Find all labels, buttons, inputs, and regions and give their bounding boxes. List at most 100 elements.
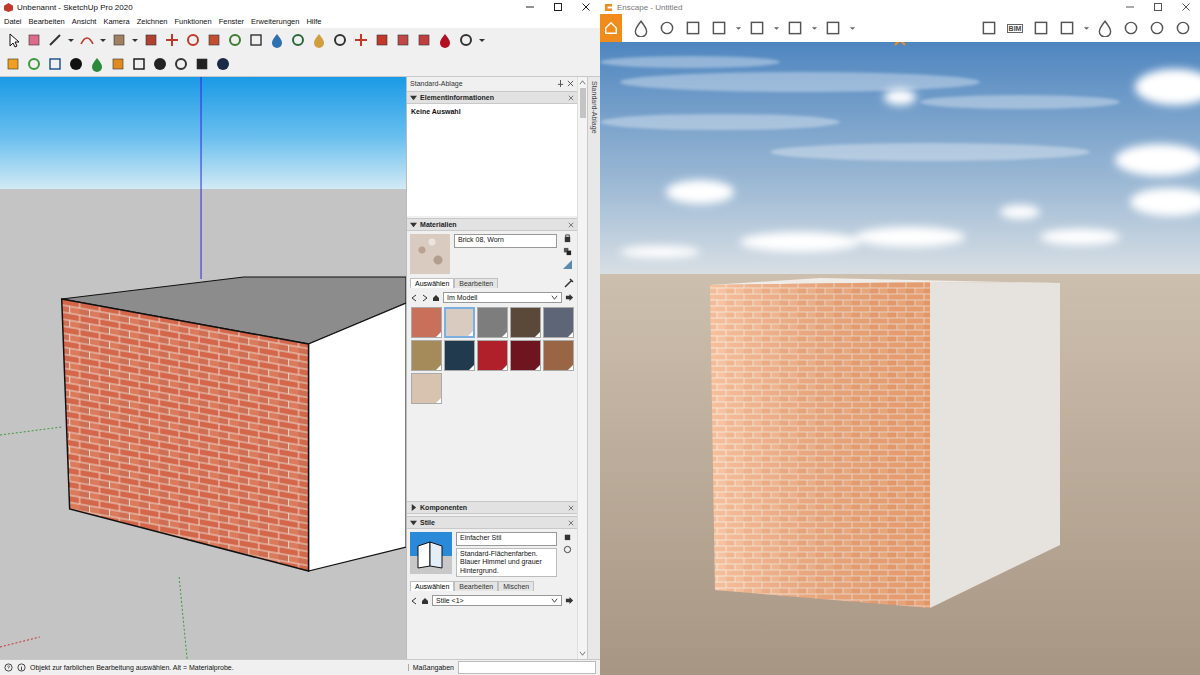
menu-item[interactable]: Funktionen <box>175 17 212 26</box>
home-icon[interactable] <box>600 14 622 42</box>
close-icon[interactable] <box>567 80 574 87</box>
tab[interactable]: Bearbeiten <box>454 278 498 288</box>
material-swatch[interactable] <box>543 340 574 371</box>
material-name-field[interactable]: Brick 08, Worn <box>454 234 557 248</box>
details-icon[interactable] <box>565 596 574 605</box>
material-swatch[interactable] <box>444 340 475 371</box>
viewport[interactable] <box>0 77 406 659</box>
cubes-icon[interactable] <box>563 247 572 256</box>
gear-icon[interactable] <box>1146 17 1168 39</box>
mail-icon[interactable] <box>193 55 211 73</box>
cloud-icon[interactable] <box>151 55 169 73</box>
warehouse-icon[interactable] <box>373 31 391 49</box>
eraser-icon[interactable] <box>25 31 43 49</box>
tab[interactable]: Auswählen <box>410 581 454 591</box>
dropdown-icon[interactable] <box>99 31 107 49</box>
pin-icon[interactable] <box>557 80 564 87</box>
collection-dropdown[interactable]: Im Modell <box>443 292 562 303</box>
dropdown-icon[interactable] <box>810 17 818 39</box>
material-swatch[interactable] <box>510 340 541 371</box>
minimize-icon[interactable] <box>1116 0 1144 14</box>
menu-item[interactable]: Zeichnen <box>137 17 168 26</box>
dropdown-icon[interactable] <box>478 31 486 49</box>
export-video-icon[interactable] <box>746 17 768 39</box>
extension-manager-icon[interactable] <box>415 31 433 49</box>
tray-side-tab[interactable]: Standard-Ablage <box>587 77 600 659</box>
dropdown-icon[interactable] <box>734 17 742 39</box>
default-material-icon[interactable] <box>563 260 572 269</box>
section-header[interactable]: Materialien <box>407 218 577 231</box>
scroll-down-icon[interactable] <box>579 650 586 657</box>
back-icon[interactable] <box>410 294 418 302</box>
measurements-field[interactable] <box>458 661 596 674</box>
material-swatch[interactable] <box>444 307 475 338</box>
help-icon[interactable] <box>1172 17 1194 39</box>
menu-item[interactable]: Kamera <box>103 17 129 26</box>
material-swatch[interactable] <box>477 340 508 371</box>
close-icon[interactable] <box>568 520 574 526</box>
render-view[interactable] <box>600 42 1200 675</box>
create-style-icon[interactable] <box>563 532 572 541</box>
style-name-field[interactable]: Einfacher Stil <box>456 532 557 546</box>
expand-icon[interactable] <box>410 94 417 101</box>
details-icon[interactable] <box>565 293 574 302</box>
move-icon[interactable] <box>163 31 181 49</box>
help-icon[interactable] <box>4 663 13 672</box>
expand-icon[interactable] <box>410 221 417 228</box>
section-header[interactable]: Stile <box>407 516 577 529</box>
expand-icon[interactable] <box>410 504 417 511</box>
pencil-icon[interactable] <box>46 31 64 49</box>
dropdown-icon[interactable] <box>848 17 856 39</box>
rotate-icon[interactable] <box>184 31 202 49</box>
expand-icon[interactable] <box>410 519 417 526</box>
cube-icon[interactable] <box>1030 17 1052 39</box>
maximize-icon[interactable] <box>544 0 572 14</box>
close-icon[interactable] <box>568 222 574 228</box>
minimize-icon[interactable] <box>516 0 544 14</box>
pan-icon[interactable] <box>310 31 328 49</box>
menu-item[interactable]: Erweiterungen <box>251 17 299 26</box>
refresh-icon[interactable] <box>25 55 43 73</box>
close-icon[interactable] <box>572 0 600 14</box>
material-swatch[interactable] <box>411 307 442 338</box>
pin-icon[interactable] <box>630 17 652 39</box>
scroll-up-icon[interactable] <box>579 79 586 86</box>
section-header[interactable]: Komponenten <box>407 501 577 514</box>
menu-item[interactable]: Datei <box>4 17 22 26</box>
collapse-toolbar-icon[interactable] <box>894 42 906 46</box>
forward-icon[interactable] <box>421 294 429 302</box>
binoculars-icon[interactable] <box>656 17 678 39</box>
material-swatch[interactable] <box>510 307 541 338</box>
close-icon[interactable] <box>568 95 574 101</box>
style-collection-dropdown[interactable]: Stile <1> <box>432 595 562 606</box>
user-icon[interactable] <box>457 31 475 49</box>
checker-icon[interactable] <box>130 55 148 73</box>
home-icon[interactable] <box>432 294 440 302</box>
eye-icon[interactable] <box>1120 17 1142 39</box>
export-panorama-icon[interactable] <box>784 17 806 39</box>
paint-bucket-icon[interactable] <box>268 31 286 49</box>
material-swatch[interactable] <box>411 340 442 371</box>
material-swatch[interactable] <box>543 307 574 338</box>
sync-icon[interactable] <box>46 55 64 73</box>
push-pull-icon[interactable] <box>142 31 160 49</box>
dropdown-icon[interactable] <box>131 31 139 49</box>
select-icon[interactable] <box>4 31 22 49</box>
tab[interactable]: Mischen <box>498 581 534 591</box>
home-icon[interactable] <box>421 597 429 605</box>
update-style-icon[interactable] <box>563 545 572 554</box>
back-icon[interactable] <box>410 597 418 605</box>
maximize-icon[interactable] <box>1144 0 1172 14</box>
orbit-icon[interactable] <box>289 31 307 49</box>
menu-item[interactable]: Hilfe <box>306 17 321 26</box>
material-swatch[interactable] <box>477 307 508 338</box>
eyedropper-icon[interactable] <box>564 278 574 288</box>
scale-icon[interactable] <box>205 31 223 49</box>
tab[interactable]: Auswählen <box>410 278 454 288</box>
clapboard-icon[interactable] <box>682 17 704 39</box>
map-icon[interactable] <box>978 17 1000 39</box>
dropdown-icon[interactable] <box>772 17 780 39</box>
hat-icon[interactable] <box>1094 17 1116 39</box>
zoom-extents-icon[interactable] <box>352 31 370 49</box>
close-icon[interactable] <box>1172 0 1200 14</box>
